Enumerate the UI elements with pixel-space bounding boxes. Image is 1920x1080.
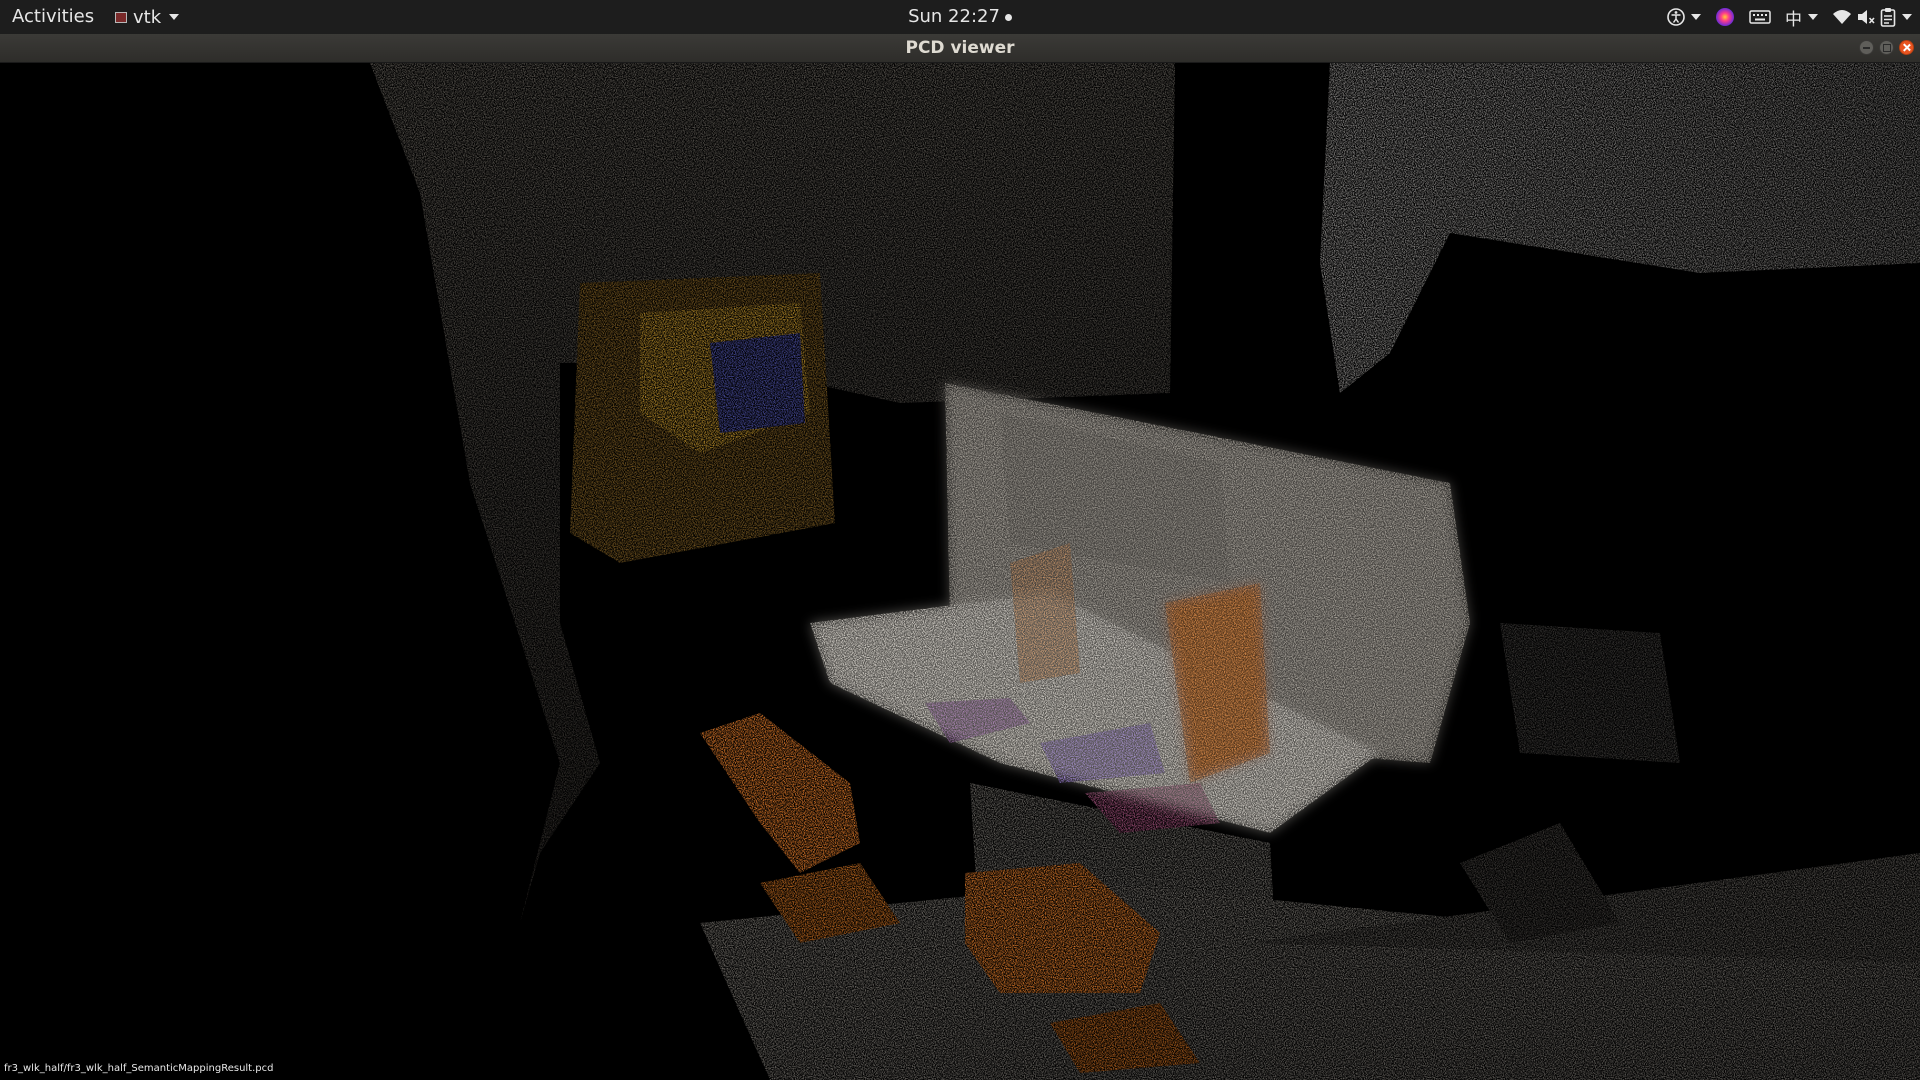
system-tray: 中 xyxy=(1667,0,1912,34)
window-controls xyxy=(1859,40,1914,55)
input-method-menu[interactable]: 中 xyxy=(1785,5,1818,30)
chevron-down-icon xyxy=(1902,14,1912,20)
color-picker-app-icon xyxy=(1716,8,1734,26)
input-method-icon: 中 xyxy=(1785,9,1802,30)
scene-soft-layer xyxy=(810,383,1470,833)
keyboard-icon xyxy=(1749,10,1771,24)
chair-left-region xyxy=(700,713,860,873)
clipboard-icon xyxy=(1880,8,1896,27)
activities-button[interactable]: Activities xyxy=(12,0,94,34)
app-menu-label: vtk xyxy=(133,6,162,28)
maximize-button[interactable] xyxy=(1879,40,1894,55)
close-button[interactable] xyxy=(1899,40,1914,55)
color-picker-app[interactable] xyxy=(1715,7,1735,27)
window-title: PCD viewer xyxy=(905,38,1015,58)
chevron-down-icon xyxy=(169,14,180,20)
app-menu[interactable]: vtk xyxy=(115,0,180,34)
accessibility-icon xyxy=(1667,8,1685,26)
keyboard-menu[interactable] xyxy=(1749,10,1771,24)
clock-container: Sun 22:27 xyxy=(0,0,1920,34)
volume-muted-icon xyxy=(1858,10,1875,24)
wall-right-region xyxy=(1320,63,1920,393)
point-cloud-viewport[interactable]: fr3_wlk_half/fr3_wlk_half_SemanticMappin… xyxy=(0,63,1920,1080)
clock-button[interactable]: Sun 22:27 xyxy=(908,6,1012,27)
chevron-down-icon xyxy=(1808,14,1818,20)
top-panel: Activities vtk Sun 22:27 中 xyxy=(0,0,1920,34)
notification-dot-icon xyxy=(1004,13,1012,21)
vtk-app-icon xyxy=(115,11,127,23)
point-cloud-render[interactable] xyxy=(0,63,1920,1080)
wifi-icon xyxy=(1833,10,1851,24)
minimize-button[interactable] xyxy=(1859,40,1874,55)
chevron-down-icon xyxy=(1691,14,1701,20)
accessibility-menu[interactable] xyxy=(1667,8,1701,26)
clock-label: Sun 22:27 xyxy=(908,6,1000,27)
window-titlebar[interactable]: PCD viewer xyxy=(0,34,1920,63)
status-filename: fr3_wlk_half/fr3_wlk_half_SemanticMappin… xyxy=(4,1063,274,1074)
system-menu[interactable] xyxy=(1832,7,1912,27)
